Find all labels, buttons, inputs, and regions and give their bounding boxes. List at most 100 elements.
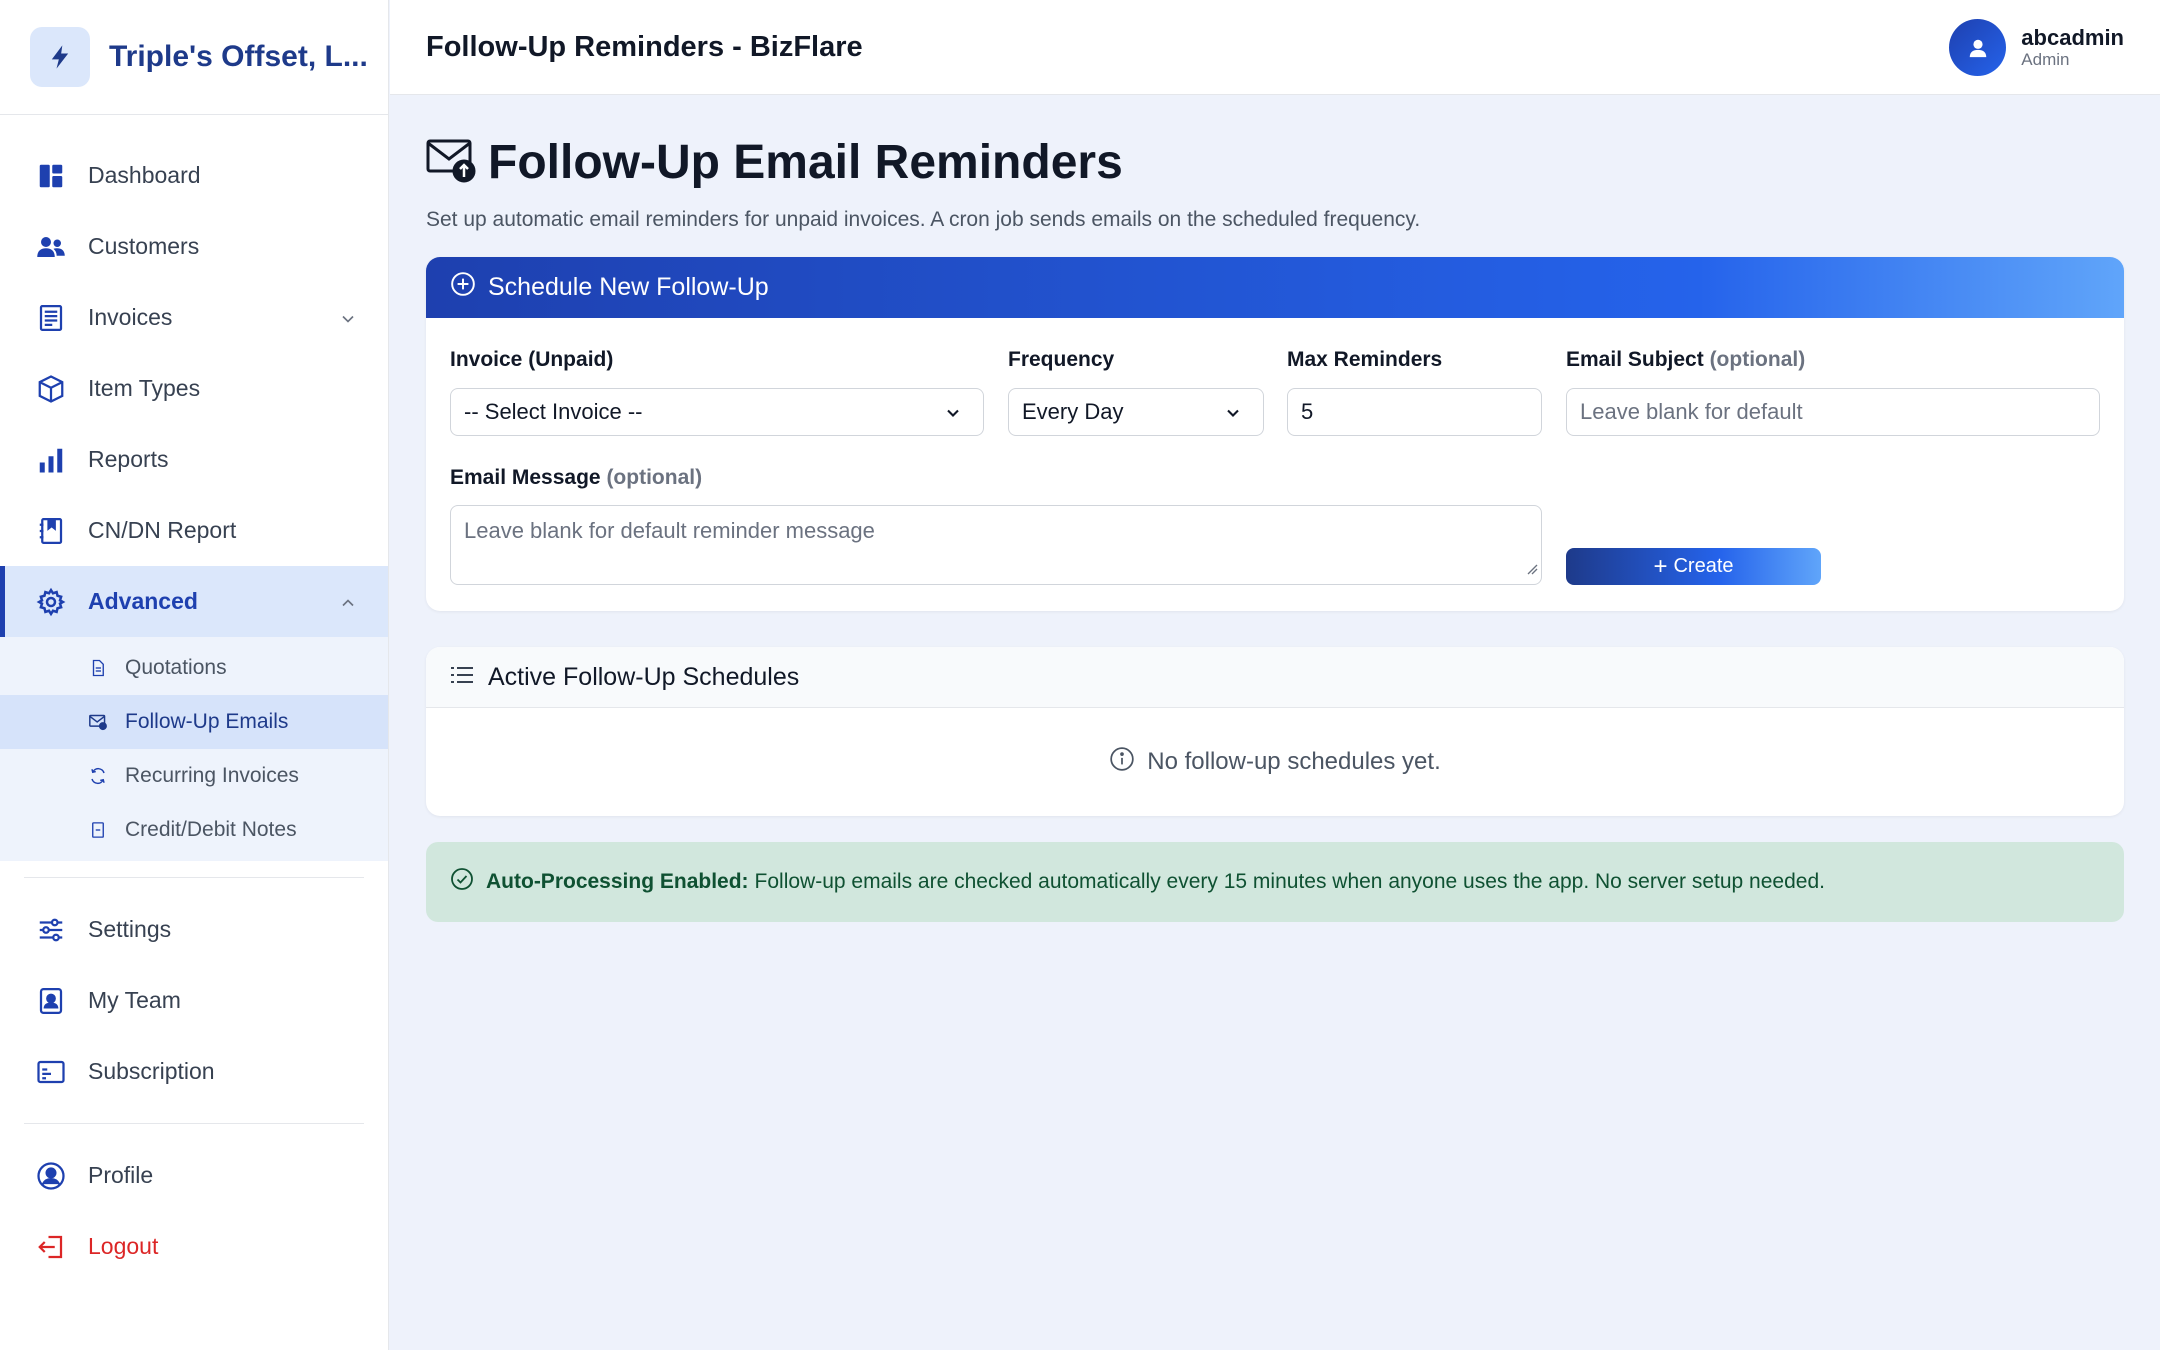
sidebar-subitem-label: Credit/Debit Notes: [125, 818, 297, 841]
sidebar-item-reports[interactable]: Reports: [0, 424, 388, 495]
sidebar-subitem-quotations[interactable]: Quotations: [0, 641, 388, 695]
email-message-label: Email Message (optional): [450, 466, 702, 490]
email-subject-placeholder: Leave blank for default: [1580, 399, 1803, 424]
alert-title: Auto-Processing Enabled:: [486, 870, 749, 893]
sidebar-item-label: Reports: [88, 446, 169, 472]
alert-text: Follow-up emails are checked automatical…: [754, 870, 1825, 893]
bolt-icon: [30, 27, 90, 87]
plus-icon: +: [1653, 552, 1668, 580]
sidebar-item-label: Subscription: [88, 1058, 215, 1084]
dashboard-icon: [35, 160, 67, 192]
page-subtitle: Set up automatic email reminders for unp…: [426, 208, 1421, 231]
user-info: abcadmin Admin: [2021, 25, 2124, 70]
chevron-down-icon[interactable]: [338, 308, 358, 328]
create-button-label: Create: [1673, 555, 1734, 577]
envelope-icon: [88, 712, 108, 732]
sidebar-item-label: Invoices: [88, 304, 173, 330]
active-schedules-card: Active Follow-Up Schedules No follow-up …: [426, 647, 2124, 816]
sidebar-nav: Dashboard Customers Invoices Item Types: [0, 115, 388, 1282]
sidebar-item-profile[interactable]: Profile: [0, 1140, 388, 1211]
sidebar-subitem-label: Quotations: [125, 656, 227, 679]
sidebar-item-dashboard[interactable]: Dashboard: [0, 140, 388, 211]
topbar-title: Follow-Up Reminders - BizFlare: [426, 30, 863, 63]
resize-handle-icon[interactable]: [1526, 555, 1538, 581]
schedule-card-header: Schedule New Follow-Up: [426, 257, 2124, 318]
chevron-up-icon[interactable]: [338, 592, 358, 612]
email-message-placeholder: Leave blank for default reminder message: [464, 518, 875, 543]
info-icon: [1109, 746, 1135, 779]
plus-circle-icon: [450, 271, 476, 304]
users-icon: [35, 231, 67, 263]
refresh-icon: [88, 766, 108, 786]
chevron-down-icon: [1223, 403, 1243, 429]
frequency-select-value: Every Day: [1022, 399, 1124, 424]
sidebar-subitem-label: Follow-Up Emails: [125, 710, 289, 733]
sidebar-subitem-label: Recurring Invoices: [125, 764, 299, 787]
invoice-icon: [35, 302, 67, 334]
sidebar-item-label: Dashboard: [88, 162, 201, 188]
brand[interactable]: Triple's Offset, L...: [0, 0, 388, 115]
sidebar: Triple's Offset, L... Dashboard Customer…: [0, 0, 389, 1350]
sliders-icon: [35, 914, 67, 946]
sidebar-item-invoices[interactable]: Invoices: [0, 282, 388, 353]
frequency-select[interactable]: Every Day: [1008, 388, 1264, 436]
sidebar-item-item-types[interactable]: Item Types: [0, 353, 388, 424]
sidebar-item-subscription[interactable]: Subscription: [0, 1036, 388, 1107]
book-icon: [35, 515, 67, 547]
document-icon: [88, 658, 108, 678]
user-circle-icon: [35, 1160, 67, 1192]
invoice-select[interactable]: -- Select Invoice --: [450, 388, 984, 436]
sidebar-item-label: Advanced: [88, 588, 198, 614]
sidebar-item-settings[interactable]: Settings: [0, 894, 388, 965]
main-content: Follow-Up Email Reminders Set up automat…: [426, 95, 2124, 922]
badge-icon: [35, 985, 67, 1017]
email-message-label-text: Email Message: [450, 466, 601, 489]
advanced-submenu: Quotations Follow-Up Emails Recurring In…: [0, 637, 388, 861]
user-name: abcadmin: [2021, 25, 2124, 51]
sidebar-subitem-recurring-invoices[interactable]: Recurring Invoices: [0, 749, 388, 803]
email-subject-label: Email Subject (optional): [1566, 348, 1805, 372]
schedule-card-title: Schedule New Follow-Up: [488, 273, 769, 301]
sidebar-item-label: Item Types: [88, 375, 201, 401]
gear-icon: [35, 586, 67, 618]
active-schedules-header: Active Follow-Up Schedules: [426, 647, 2124, 708]
sidebar-subitem-credit-debit-notes[interactable]: Credit/Debit Notes: [0, 803, 388, 857]
email-message-textarea[interactable]: Leave blank for default reminder message: [450, 505, 1542, 585]
check-circle-icon: [450, 867, 474, 897]
bar-chart-icon: [35, 444, 67, 476]
email-subject-input[interactable]: Leave blank for default: [1566, 388, 2100, 436]
sidebar-item-my-team[interactable]: My Team: [0, 965, 388, 1036]
sidebar-item-logout[interactable]: Logout: [0, 1211, 388, 1282]
schedule-new-followup-card: Schedule New Follow-Up Invoice (Unpaid) …: [426, 257, 2124, 611]
sidebar-subitem-follow-up-emails[interactable]: Follow-Up Emails: [0, 695, 388, 749]
topbar: Follow-Up Reminders - BizFlare abcadmin …: [390, 0, 2160, 95]
sidebar-item-advanced[interactable]: Advanced: [0, 566, 388, 637]
sidebar-item-label: Settings: [88, 916, 172, 942]
sidebar-item-cn-dn-report[interactable]: CN/DN Report: [0, 495, 388, 566]
invoice-label: Invoice (Unpaid): [450, 348, 614, 371]
envelope-arrow-icon: [426, 137, 476, 188]
frequency-label: Frequency: [1008, 348, 1115, 371]
sidebar-item-label: CN/DN Report: [88, 517, 237, 543]
sidebar-divider: [24, 877, 364, 878]
logout-icon: [35, 1231, 67, 1263]
sidebar-item-label: Logout: [88, 1233, 159, 1259]
max-reminders-input[interactable]: 5: [1287, 388, 1542, 436]
create-button[interactable]: + Create: [1566, 548, 1821, 585]
avatar[interactable]: [1949, 19, 2007, 76]
brand-name: Triple's Offset, L...: [109, 40, 368, 73]
optional-tag: (optional): [606, 466, 703, 489]
sidebar-item-customers[interactable]: Customers: [0, 211, 388, 282]
email-subject-label-text: Email Subject: [1566, 348, 1704, 371]
sidebar-item-label: Customers: [88, 233, 200, 259]
max-reminders-value: 5: [1301, 399, 1314, 424]
empty-state-text: No follow-up schedules yet.: [1147, 748, 1441, 775]
auto-processing-alert: Auto-Processing Enabled: Follow-up email…: [426, 842, 2124, 922]
sidebar-divider: [24, 1123, 364, 1124]
box-icon: [35, 373, 67, 405]
user-menu[interactable]: abcadmin Admin: [1949, 19, 2124, 76]
page-title: Follow-Up Email Reminders: [488, 136, 1123, 189]
card-icon: [35, 1056, 67, 1088]
page-header: Follow-Up Email Reminders: [426, 135, 2124, 190]
note-icon: [88, 820, 108, 840]
